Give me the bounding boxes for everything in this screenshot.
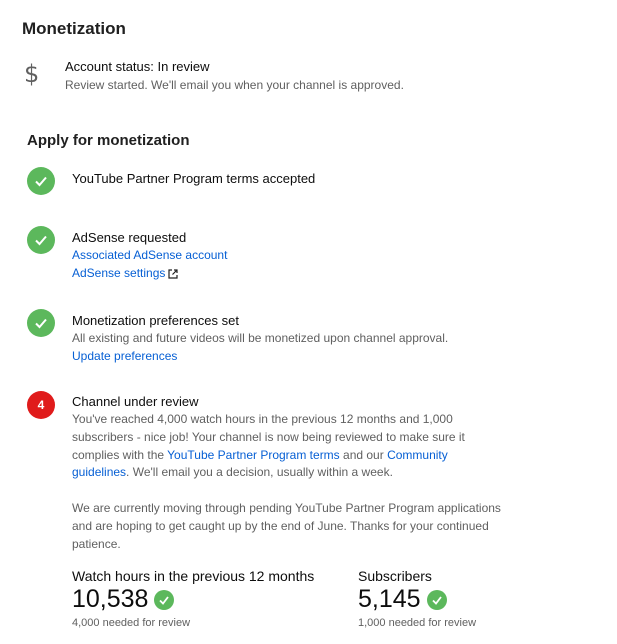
step-terms-title: YouTube Partner Program terms accepted — [72, 171, 316, 186]
watch-hours-value: 10,538 — [72, 585, 175, 614]
associated-adsense-link[interactable]: Associated AdSense account — [72, 248, 227, 262]
step-preferences-title: Monetization preferences set — [72, 313, 239, 328]
step-review-text: You've reached 4,000 watch hours in the … — [72, 412, 465, 480]
page-title: Monetization — [22, 19, 126, 38]
update-preferences-link[interactable]: Update preferences — [72, 349, 177, 363]
external-link-icon — [168, 269, 179, 279]
account-status-subtitle: Review started. We'll email you when you… — [65, 78, 404, 92]
step-review-title: Channel under review — [72, 394, 199, 409]
subscribers-label: Subscribers — [358, 568, 432, 584]
step-adsense-title: AdSense requested — [72, 230, 187, 245]
check-icon — [27, 309, 55, 337]
step-adsense-links: Associated AdSense account AdSense setti… — [72, 246, 227, 282]
step-review-note: We are currently moving through pending … — [72, 501, 501, 551]
account-status-title: Account status: In review — [65, 59, 210, 74]
step-preferences-text: All existing and future videos will be m… — [72, 331, 449, 345]
check-icon — [154, 589, 175, 610]
ypp-terms-link[interactable]: YouTube Partner Program terms — [167, 448, 340, 462]
check-icon — [426, 589, 447, 610]
dollar-icon: $ — [24, 60, 40, 88]
step-number-badge: 4 — [27, 391, 55, 419]
subscribers-value: 5,145 — [358, 585, 447, 614]
check-icon — [27, 226, 55, 254]
subscribers-needed: 1,000 needed for review — [358, 617, 477, 629]
apply-section-title: Apply for monetization — [27, 132, 190, 149]
check-icon — [27, 167, 55, 195]
watch-hours-needed: 4,000 needed for review — [72, 617, 191, 629]
watch-hours-label: Watch hours in the previous 12 months — [72, 568, 315, 584]
step-preferences-body: All existing and future videos will be m… — [72, 329, 448, 365]
adsense-settings-link[interactable]: AdSense settings — [72, 266, 165, 280]
